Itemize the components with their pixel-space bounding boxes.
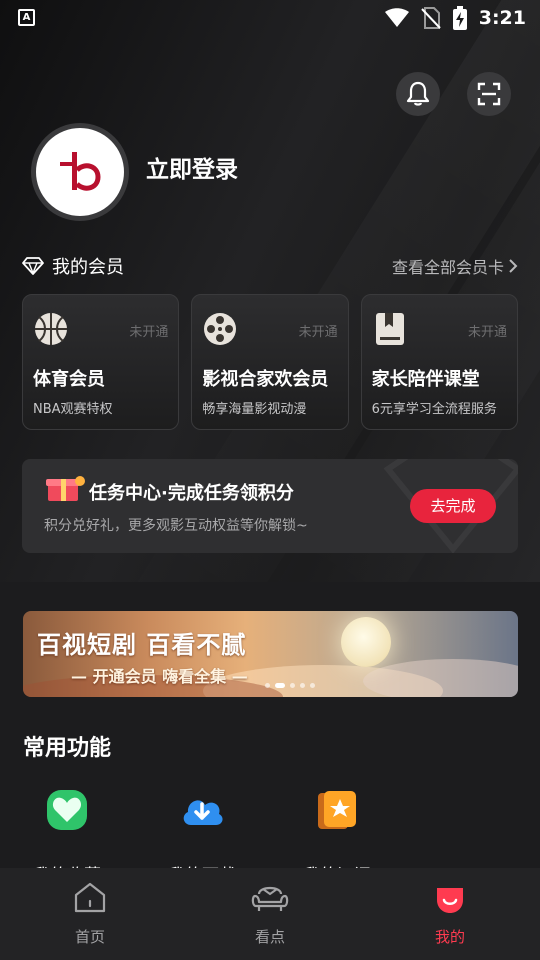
battery-charging-icon bbox=[452, 6, 467, 30]
membership-card-sports[interactable]: 未开通 体育会员 NBA观赛特权 bbox=[22, 294, 180, 430]
notification-button[interactable] bbox=[396, 72, 440, 116]
membership-card-family-video[interactable]: 未开通 影视合家欢会员 畅享海量影视动漫 bbox=[191, 294, 349, 430]
banner-pagination bbox=[265, 683, 315, 688]
profile-hero: A 3:21 立即登录 我的会员 查看全部会员卡 未开通 体育会员 NBA观赛特… bbox=[0, 0, 540, 582]
basketball-icon bbox=[35, 313, 67, 345]
clock: 3:21 bbox=[478, 7, 526, 29]
app-badge-icon: A bbox=[18, 9, 35, 26]
view-all-label: 查看全部会员卡 bbox=[391, 258, 504, 277]
card-name: 体育会员 bbox=[33, 369, 105, 390]
card-desc: 6元享学习全流程服务 bbox=[371, 402, 497, 417]
card-status: 未开通 bbox=[129, 325, 169, 340]
tab-highlights[interactable]: 看点 bbox=[225, 882, 315, 947]
card-name: 家长陪伴课堂 bbox=[371, 369, 480, 390]
login-link[interactable]: 立即登录 bbox=[146, 150, 238, 184]
card-desc: 畅享海量影视动漫 bbox=[202, 402, 307, 417]
view-all-cards-link[interactable]: 查看全部会员卡 bbox=[392, 254, 518, 278]
status-icons: 3:21 bbox=[384, 6, 526, 30]
membership-title: 我的会员 bbox=[52, 257, 124, 278]
wifi-icon bbox=[384, 8, 409, 27]
star-subscribe-icon bbox=[318, 791, 356, 829]
card-status: 未开通 bbox=[467, 325, 507, 340]
diamond-icon bbox=[22, 257, 44, 275]
chevron-right-icon bbox=[509, 259, 518, 273]
card-name: 影视合家欢会员 bbox=[202, 369, 329, 390]
task-desc: 积分兑好礼，更多观影互动权益等你解锁~ bbox=[44, 518, 308, 534]
task-center-card[interactable]: 任务中心·完成任务领积分 积分兑好礼，更多观影互动权益等你解锁~ 去完成 bbox=[22, 459, 518, 553]
functions-title: 常用功能 bbox=[23, 736, 112, 761]
banner-title: 百视短剧 百看不腻 bbox=[37, 631, 247, 659]
film-reel-icon bbox=[204, 313, 237, 345]
no-sim-icon bbox=[421, 7, 441, 29]
banner-subtitle: — 开通会员 嗨看全集 — bbox=[71, 667, 248, 686]
bell-icon bbox=[406, 81, 430, 106]
mine-icon bbox=[437, 888, 463, 913]
tab-home-label: 首页 bbox=[74, 928, 105, 946]
pagination-dot bbox=[300, 683, 305, 688]
bottom-tab-bar: 首页 看点 我的 bbox=[0, 868, 540, 960]
pagination-dot bbox=[310, 683, 315, 688]
membership-card-parent-class[interactable]: 未开通 家长陪伴课堂 6元享学习全流程服务 bbox=[360, 294, 518, 430]
avatar[interactable] bbox=[31, 123, 129, 221]
membership-cards: 未开通 体育会员 NBA观赛特权 未开通 影视合家欢会员 畅享海量影视动漫 未开… bbox=[22, 294, 518, 430]
tab-mine-label: 我的 bbox=[434, 928, 465, 946]
promo-banner[interactable]: 百视短剧 百看不腻 — 开通会员 嗨看全集 — bbox=[23, 611, 518, 697]
card-desc: NBA观赛特权 bbox=[33, 402, 113, 417]
scan-button[interactable] bbox=[467, 72, 511, 116]
book-icon bbox=[375, 313, 404, 345]
task-title: 任务中心·完成任务领积分 bbox=[89, 483, 294, 504]
home-icon bbox=[74, 882, 106, 913]
tab-home[interactable]: 首页 bbox=[45, 882, 135, 947]
tab-mine[interactable]: 我的 bbox=[405, 882, 495, 947]
status-bar: A 3:21 bbox=[0, 0, 540, 36]
moon-illustration bbox=[341, 617, 391, 667]
sofa-icon bbox=[251, 886, 289, 911]
tab-highlights-label: 看点 bbox=[254, 928, 285, 946]
pagination-dot-active bbox=[275, 683, 285, 688]
gift-icon bbox=[46, 476, 85, 501]
membership-header: 我的会员 查看全部会员卡 bbox=[22, 254, 518, 278]
pagination-dot bbox=[290, 683, 295, 688]
pagination-dot bbox=[265, 683, 270, 688]
cloud-download-icon bbox=[183, 800, 223, 825]
scan-icon bbox=[477, 82, 501, 106]
complete-task-button[interactable]: 去完成 bbox=[410, 489, 496, 523]
card-status: 未开通 bbox=[298, 325, 338, 340]
heart-icon bbox=[47, 790, 87, 830]
app-logo-icon bbox=[60, 152, 101, 191]
